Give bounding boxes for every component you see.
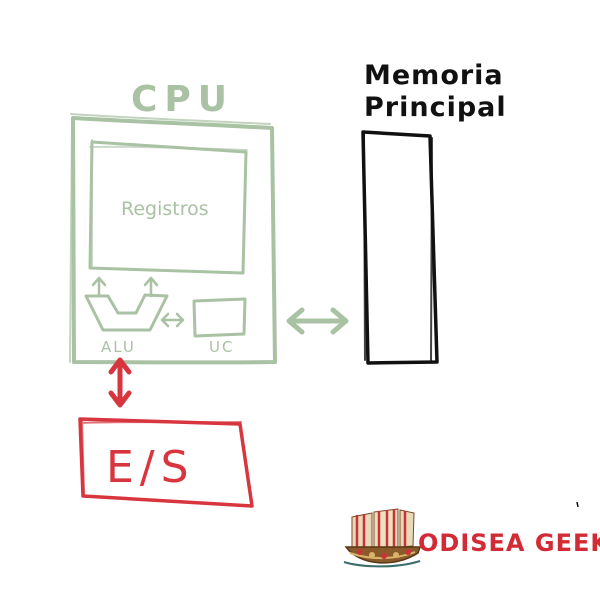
- memory-box: [361, 130, 439, 365]
- cpu-title: CPU: [131, 79, 234, 120]
- alu-uc-arrow: [160, 312, 185, 328]
- memory-block: [361, 130, 439, 365]
- uc-box: [192, 297, 247, 338]
- alu-label: ALU: [101, 338, 136, 356]
- memory-title-line1: Memoria: [364, 60, 504, 91]
- memory-box-sketch: [363, 133, 433, 363]
- uc-label: UC: [209, 338, 234, 356]
- cpu-block: [69, 113, 349, 365]
- diagram-canvas: CPU Registros ALU UC Memoria Principal E…: [69, 60, 600, 568]
- viking-ship-icon: [343, 508, 422, 568]
- stray-mark: [576, 501, 579, 508]
- memory-title-line2: Principal: [364, 92, 507, 123]
- cpu-io-arrow: [108, 357, 132, 408]
- alu-to-reg-arrow-left: [91, 276, 107, 298]
- io-label: E/S: [106, 442, 195, 493]
- logo: ODISEA GEEK: [343, 508, 600, 568]
- cpu-memory-arrow: [286, 307, 349, 335]
- logo-text: ODISEA GEEK: [418, 529, 600, 557]
- registers-label: Registros: [121, 198, 209, 220]
- alu-to-reg-arrow-right: [143, 276, 159, 298]
- alu-shape: [84, 293, 169, 332]
